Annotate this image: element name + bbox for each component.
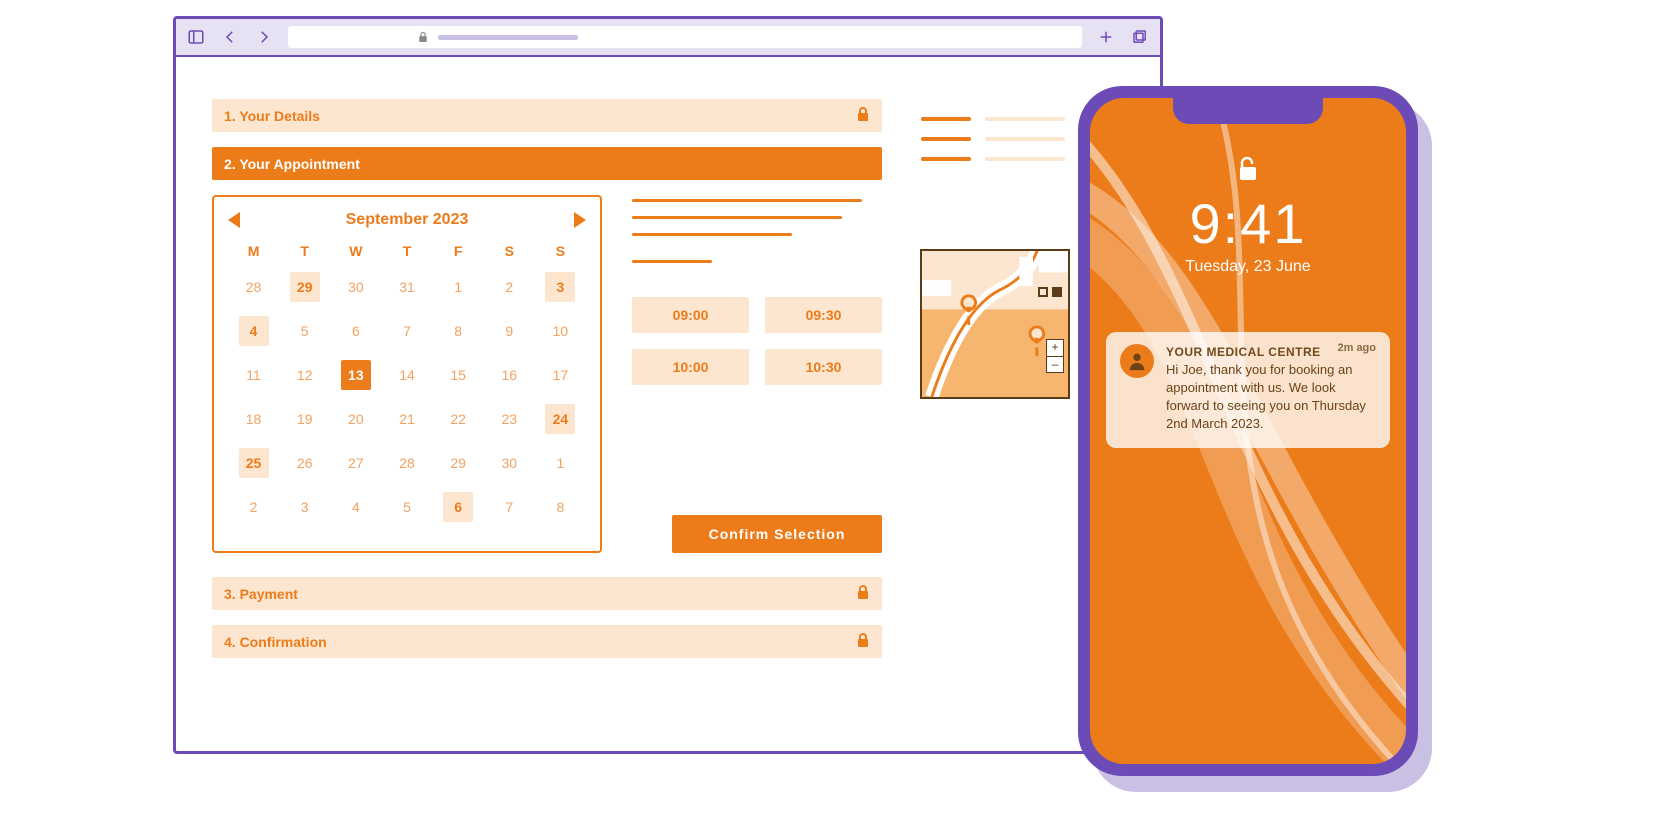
calendar-day[interactable]: 4 [228, 315, 279, 347]
calendar-day[interactable]: 5 [381, 491, 432, 523]
calendar-day[interactable]: 28 [228, 271, 279, 303]
step-label: 2. Your Appointment [224, 156, 360, 172]
sidebar-toggle-icon[interactable] [186, 27, 206, 47]
url-placeholder [438, 35, 578, 40]
time-slot[interactable]: 10:30 [765, 349, 882, 385]
time-slots: 09:00 09:30 10:00 10:30 [632, 297, 882, 385]
calendar-day[interactable]: 24 [535, 403, 586, 435]
map-zoom: + – [1046, 339, 1064, 373]
calendar-day[interactable]: 23 [484, 403, 535, 435]
calendar-day[interactable]: 13 [330, 359, 381, 391]
placeholder-line [632, 260, 712, 263]
placeholder-line [632, 233, 792, 236]
calendar-day[interactable]: 30 [484, 447, 535, 479]
step-payment[interactable]: 3. Payment [212, 577, 882, 610]
lock-icon [856, 106, 870, 125]
time-slot[interactable]: 10:00 [632, 349, 749, 385]
calendar-day[interactable]: 3 [535, 271, 586, 303]
calendar-day[interactable]: 18 [228, 403, 279, 435]
prev-month-icon[interactable] [228, 212, 240, 228]
location-map[interactable]: + – [920, 249, 1070, 399]
sidebar-summary [921, 117, 1065, 177]
new-tab-icon[interactable] [1096, 27, 1116, 47]
calendar-day[interactable]: 27 [330, 447, 381, 479]
phone-notch [1173, 98, 1323, 124]
calendar-day[interactable]: 11 [228, 359, 279, 391]
calendar-day[interactable]: 19 [279, 403, 330, 435]
calendar-day[interactable]: 21 [381, 403, 432, 435]
lock-icon [856, 584, 870, 603]
calendar-day[interactable]: 17 [535, 359, 586, 391]
step-your-appointment[interactable]: 2. Your Appointment [212, 147, 882, 180]
calendar-dow: S [535, 243, 586, 259]
calendar-day[interactable]: 2 [228, 491, 279, 523]
browser-toolbar [176, 19, 1160, 57]
notification-card[interactable]: YOUR MEDICAL CENTRE Hi Joe, thank you fo… [1106, 332, 1390, 448]
calendar-day[interactable]: 2 [484, 271, 535, 303]
calendar-day[interactable]: 8 [433, 315, 484, 347]
calendar-dow: T [279, 243, 330, 259]
address-bar[interactable] [288, 26, 1082, 48]
map-layer-icon[interactable] [1038, 287, 1048, 297]
step-your-details[interactable]: 1. Your Details [212, 99, 882, 132]
calendar-day[interactable]: 10 [535, 315, 586, 347]
calendar-day[interactable]: 9 [484, 315, 535, 347]
notification-time: 2m ago [1337, 342, 1376, 354]
lock-icon [418, 31, 428, 43]
calendar-day[interactable]: 28 [381, 447, 432, 479]
calendar-day[interactable]: 12 [279, 359, 330, 391]
calendar-day[interactable]: 5 [279, 315, 330, 347]
step-label: 4. Confirmation [224, 634, 327, 650]
calendar-day[interactable]: 6 [433, 491, 484, 523]
step-label: 3. Payment [224, 586, 298, 602]
calendar-dow: T [381, 243, 432, 259]
calendar-day[interactable]: 3 [279, 491, 330, 523]
calendar-day[interactable]: 16 [484, 359, 535, 391]
back-icon[interactable] [220, 27, 240, 47]
calendar-day[interactable]: 1 [433, 271, 484, 303]
calendar-month-label: September 2023 [346, 211, 469, 229]
appointment-details: 09:00 09:30 10:00 10:30 Confirm Selection [632, 195, 882, 553]
calendar-day[interactable]: 6 [330, 315, 381, 347]
zoom-in-button[interactable]: + [1047, 340, 1063, 356]
calendar-dow: W [330, 243, 381, 259]
calendar-day[interactable]: 4 [330, 491, 381, 523]
lock-icon [856, 632, 870, 651]
notification-body: Hi Joe, thank you for booking an appoint… [1166, 361, 1376, 434]
browser-window: 1. Your Details 2. Your Appointment Sept… [173, 16, 1163, 754]
calendar-day[interactable]: 7 [484, 491, 535, 523]
calendar-dow: M [228, 243, 279, 259]
placeholder-line [632, 216, 842, 219]
zoom-out-button[interactable]: – [1047, 356, 1063, 372]
calendar-day[interactable]: 30 [330, 271, 381, 303]
calendar-day[interactable]: 15 [433, 359, 484, 391]
calendar-day[interactable]: 29 [279, 271, 330, 303]
calendar-day[interactable]: 7 [381, 315, 432, 347]
time-slot[interactable]: 09:00 [632, 297, 749, 333]
map-layer-icon[interactable] [1052, 287, 1062, 297]
step-label: 1. Your Details [224, 108, 320, 124]
calendar-day[interactable]: 14 [381, 359, 432, 391]
calendar-day[interactable]: 29 [433, 447, 484, 479]
time-slot[interactable]: 09:30 [765, 297, 882, 333]
phone-mockup: 9:41 Tuesday, 23 June YOUR MEDICAL CENTR… [1078, 86, 1418, 776]
next-month-icon[interactable] [574, 212, 586, 228]
calendar-day[interactable]: 22 [433, 403, 484, 435]
calendar-day[interactable]: 31 [381, 271, 432, 303]
calendar-dow: F [433, 243, 484, 259]
placeholder-line [632, 199, 862, 202]
calendar-day[interactable]: 20 [330, 403, 381, 435]
calendar-day[interactable]: 26 [279, 447, 330, 479]
calendar-day[interactable]: 1 [535, 447, 586, 479]
calendar-day[interactable]: 25 [228, 447, 279, 479]
avatar-icon [1120, 344, 1154, 378]
tabs-overview-icon[interactable] [1130, 27, 1150, 47]
calendar: September 2023 MTWTFSS282930311234567891… [212, 195, 602, 553]
confirm-selection-button[interactable]: Confirm Selection [672, 515, 882, 553]
calendar-dow: S [484, 243, 535, 259]
forward-icon[interactable] [254, 27, 274, 47]
calendar-day[interactable]: 8 [535, 491, 586, 523]
step-confirmation[interactable]: 4. Confirmation [212, 625, 882, 658]
phone-lockscreen: 9:41 Tuesday, 23 June YOUR MEDICAL CENTR… [1090, 98, 1406, 764]
